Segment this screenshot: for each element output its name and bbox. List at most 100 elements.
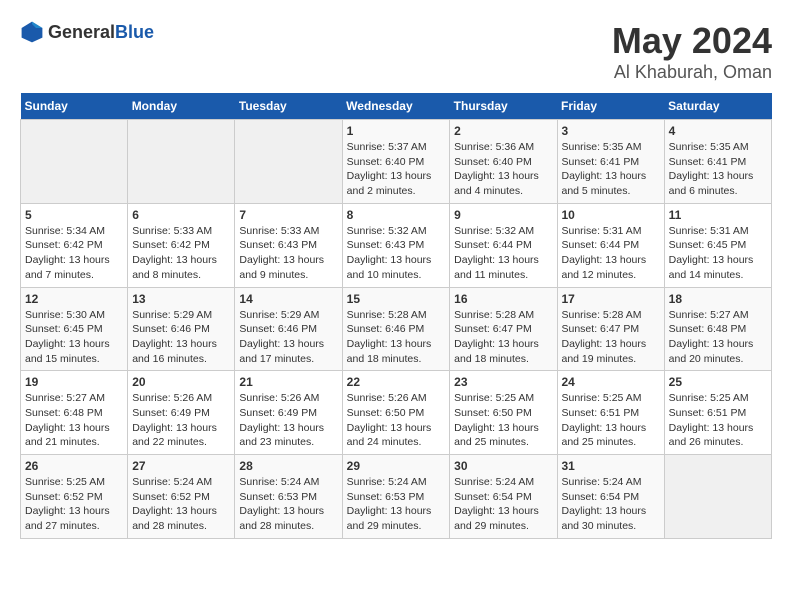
day-info: Sunrise: 5:24 AM Sunset: 6:53 PM Dayligh… xyxy=(239,475,337,534)
day-number: 5 xyxy=(25,208,123,222)
day-info: Sunrise: 5:32 AM Sunset: 6:43 PM Dayligh… xyxy=(347,224,446,283)
day-info: Sunrise: 5:27 AM Sunset: 6:48 PM Dayligh… xyxy=(25,391,123,450)
calendar-cell: 2Sunrise: 5:36 AM Sunset: 6:40 PM Daylig… xyxy=(450,120,557,204)
calendar-cell: 1 Sunrise: 5:37 AM Sunset: 6:40 PM Daylig… xyxy=(342,120,450,204)
day-info: Sunrise: 5:32 AM Sunset: 6:44 PM Dayligh… xyxy=(454,224,552,283)
day-header-tuesday: Tuesday xyxy=(235,93,342,120)
day-info: Sunrise: 5:35 AM Sunset: 6:41 PM Dayligh… xyxy=(562,140,660,199)
day-number: 23 xyxy=(454,375,552,389)
day-number: 29 xyxy=(347,459,446,473)
day-info: Sunrise: 5:33 AM Sunset: 6:43 PM Dayligh… xyxy=(239,224,337,283)
day-info: Sunrise: 5:29 AM Sunset: 6:46 PM Dayligh… xyxy=(239,308,337,367)
calendar-cell: 27 Sunrise: 5:24 AM Sunset: 6:52 PM Dayli… xyxy=(128,455,235,539)
day-number: 24 xyxy=(562,375,660,389)
calendar-cell: 15Sunrise: 5:28 AM Sunset: 6:46 PM Dayli… xyxy=(342,287,450,371)
calendar-cell: 13 Sunrise: 5:29 AM Sunset: 6:46 PM Dayli… xyxy=(128,287,235,371)
day-number: 3 xyxy=(562,124,660,138)
day-number: 18 xyxy=(669,292,767,306)
day-header-thursday: Thursday xyxy=(450,93,557,120)
week-row-1: 1 Sunrise: 5:37 AM Sunset: 6:40 PM Daylig… xyxy=(21,120,772,204)
day-number: 28 xyxy=(239,459,337,473)
day-number: 9 xyxy=(454,208,552,222)
header: GeneralBlue May 2024 Al Khaburah, Oman xyxy=(20,20,772,83)
calendar-cell: 26 Sunrise: 5:25 AM Sunset: 6:52 PM Dayli… xyxy=(21,455,128,539)
day-number: 10 xyxy=(562,208,660,222)
calendar-cell: 8 Sunrise: 5:32 AM Sunset: 6:43 PM Daylig… xyxy=(342,203,450,287)
day-info: Sunrise: 5:24 AM Sunset: 6:54 PM Dayligh… xyxy=(562,475,660,534)
calendar-cell: 12 Sunrise: 5:30 AM Sunset: 6:45 PM Dayli… xyxy=(21,287,128,371)
logo-text-general: General xyxy=(48,22,115,42)
day-header-sunday: Sunday xyxy=(21,93,128,120)
calendar-cell: 6Sunrise: 5:33 AM Sunset: 6:42 PM Daylig… xyxy=(128,203,235,287)
day-number: 17 xyxy=(562,292,660,306)
calendar-cell: 22 Sunrise: 5:26 AM Sunset: 6:50 PM Dayli… xyxy=(342,371,450,455)
day-number: 26 xyxy=(25,459,123,473)
day-info: Sunrise: 5:26 AM Sunset: 6:49 PM Dayligh… xyxy=(132,391,230,450)
calendar-cell: 16Sunrise: 5:28 AM Sunset: 6:47 PM Dayli… xyxy=(450,287,557,371)
day-number: 19 xyxy=(25,375,123,389)
day-info: Sunrise: 5:25 AM Sunset: 6:51 PM Dayligh… xyxy=(669,391,767,450)
calendar-cell: 4 Sunrise: 5:35 AM Sunset: 6:41 PM Daylig… xyxy=(664,120,771,204)
day-info: Sunrise: 5:34 AM Sunset: 6:42 PM Dayligh… xyxy=(25,224,123,283)
day-header-saturday: Saturday xyxy=(664,93,771,120)
day-info: Sunrise: 5:29 AM Sunset: 6:46 PM Dayligh… xyxy=(132,308,230,367)
week-row-4: 19 Sunrise: 5:27 AM Sunset: 6:48 PM Dayli… xyxy=(21,371,772,455)
title-area: May 2024 Al Khaburah, Oman xyxy=(612,20,772,83)
day-info: Sunrise: 5:31 AM Sunset: 6:44 PM Dayligh… xyxy=(562,224,660,283)
day-info: Sunrise: 5:24 AM Sunset: 6:52 PM Dayligh… xyxy=(132,475,230,534)
day-info: Sunrise: 5:30 AM Sunset: 6:45 PM Dayligh… xyxy=(25,308,123,367)
day-number: 22 xyxy=(347,375,446,389)
week-row-2: 5 Sunrise: 5:34 AM Sunset: 6:42 PM Daylig… xyxy=(21,203,772,287)
day-number: 30 xyxy=(454,459,552,473)
day-number: 2 xyxy=(454,124,552,138)
day-info: Sunrise: 5:35 AM Sunset: 6:41 PM Dayligh… xyxy=(669,140,767,199)
day-number: 14 xyxy=(239,292,337,306)
calendar-cell: 17 Sunrise: 5:28 AM Sunset: 6:47 PM Dayli… xyxy=(557,287,664,371)
day-number: 20 xyxy=(132,375,230,389)
calendar-cell: 7 Sunrise: 5:33 AM Sunset: 6:43 PM Daylig… xyxy=(235,203,342,287)
week-row-5: 26 Sunrise: 5:25 AM Sunset: 6:52 PM Dayli… xyxy=(21,455,772,539)
day-info: Sunrise: 5:25 AM Sunset: 6:51 PM Dayligh… xyxy=(562,391,660,450)
day-number: 25 xyxy=(669,375,767,389)
day-info: Sunrise: 5:37 AM Sunset: 6:40 PM Dayligh… xyxy=(347,140,446,199)
calendar-cell: 3 Sunrise: 5:35 AM Sunset: 6:41 PM Daylig… xyxy=(557,120,664,204)
day-info: Sunrise: 5:27 AM Sunset: 6:48 PM Dayligh… xyxy=(669,308,767,367)
day-info: Sunrise: 5:26 AM Sunset: 6:50 PM Dayligh… xyxy=(347,391,446,450)
calendar-cell: 9 Sunrise: 5:32 AM Sunset: 6:44 PM Daylig… xyxy=(450,203,557,287)
day-number: 16 xyxy=(454,292,552,306)
week-row-3: 12 Sunrise: 5:30 AM Sunset: 6:45 PM Dayli… xyxy=(21,287,772,371)
location-title: Al Khaburah, Oman xyxy=(612,62,772,83)
day-header-monday: Monday xyxy=(128,93,235,120)
calendar-cell: 29Sunrise: 5:24 AM Sunset: 6:53 PM Dayli… xyxy=(342,455,450,539)
day-header-wednesday: Wednesday xyxy=(342,93,450,120)
calendar-cell: 10 Sunrise: 5:31 AM Sunset: 6:44 PM Dayli… xyxy=(557,203,664,287)
logo-text-blue: Blue xyxy=(115,22,154,42)
calendar-cell: 11 Sunrise: 5:31 AM Sunset: 6:45 PM Dayli… xyxy=(664,203,771,287)
day-number: 12 xyxy=(25,292,123,306)
calendar-cell xyxy=(21,120,128,204)
day-number: 1 xyxy=(347,124,446,138)
day-number: 27 xyxy=(132,459,230,473)
day-number: 7 xyxy=(239,208,337,222)
day-number: 11 xyxy=(669,208,767,222)
day-info: Sunrise: 5:28 AM Sunset: 6:47 PM Dayligh… xyxy=(562,308,660,367)
calendar-cell xyxy=(664,455,771,539)
calendar-cell: 28 Sunrise: 5:24 AM Sunset: 6:53 PM Dayli… xyxy=(235,455,342,539)
day-info: Sunrise: 5:26 AM Sunset: 6:49 PM Dayligh… xyxy=(239,391,337,450)
calendar-table: SundayMondayTuesdayWednesdayThursdayFrid… xyxy=(20,93,772,539)
calendar-cell xyxy=(128,120,235,204)
day-info: Sunrise: 5:33 AM Sunset: 6:42 PM Dayligh… xyxy=(132,224,230,283)
calendar-cell: 18 Sunrise: 5:27 AM Sunset: 6:48 PM Dayli… xyxy=(664,287,771,371)
day-info: Sunrise: 5:31 AM Sunset: 6:45 PM Dayligh… xyxy=(669,224,767,283)
calendar-cell: 19 Sunrise: 5:27 AM Sunset: 6:48 PM Dayli… xyxy=(21,371,128,455)
calendar-cell: 14 Sunrise: 5:29 AM Sunset: 6:46 PM Dayli… xyxy=(235,287,342,371)
calendar-cell xyxy=(235,120,342,204)
day-number: 8 xyxy=(347,208,446,222)
day-info: Sunrise: 5:25 AM Sunset: 6:52 PM Dayligh… xyxy=(25,475,123,534)
day-header-friday: Friday xyxy=(557,93,664,120)
days-header-row: SundayMondayTuesdayWednesdayThursdayFrid… xyxy=(21,93,772,120)
day-number: 13 xyxy=(132,292,230,306)
day-info: Sunrise: 5:24 AM Sunset: 6:54 PM Dayligh… xyxy=(454,475,552,534)
calendar-cell: 23Sunrise: 5:25 AM Sunset: 6:50 PM Dayli… xyxy=(450,371,557,455)
day-number: 4 xyxy=(669,124,767,138)
